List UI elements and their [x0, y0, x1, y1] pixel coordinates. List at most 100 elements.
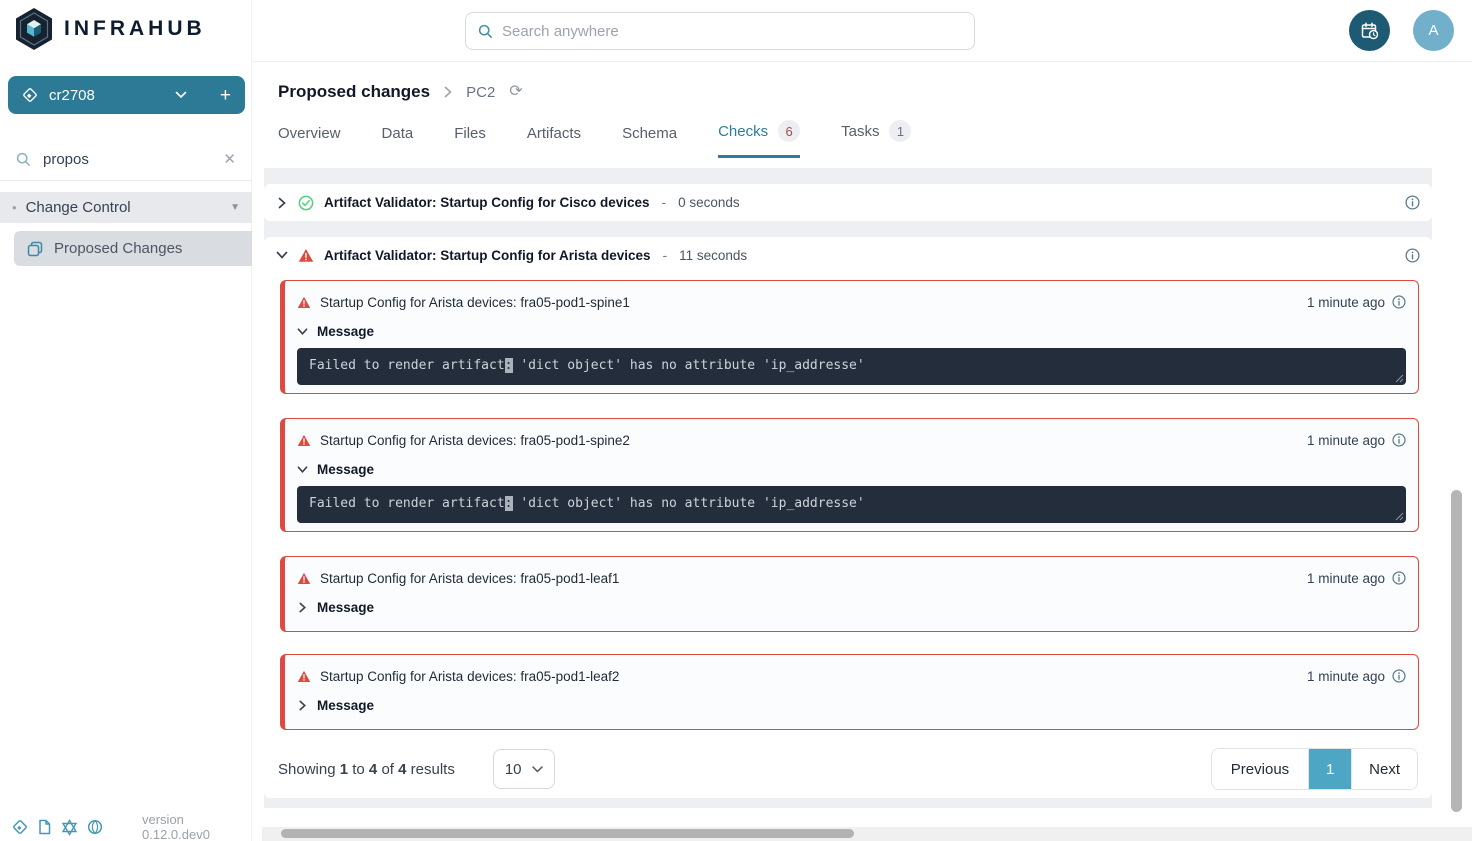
check-success-icon — [298, 195, 314, 211]
check-card-spine2: Startup Config for Arista devices: fra05… — [280, 418, 1419, 532]
time-travel-button[interactable] — [1349, 10, 1390, 51]
resize-grip-icon — [1395, 374, 1404, 383]
error-message-textarea[interactable]: Failed to render artifact: 'dict object'… — [297, 486, 1406, 523]
summary-text: results — [411, 761, 455, 778]
message-toggle[interactable]: Message — [297, 594, 1406, 620]
branch-selector[interactable]: cr2708 + — [8, 76, 245, 114]
tab-checks[interactable]: Checks 6 — [718, 120, 800, 158]
clear-search-icon[interactable]: ✕ — [223, 152, 236, 167]
globe-icon[interactable] — [87, 819, 103, 835]
info-icon[interactable] — [1392, 669, 1406, 683]
sidebar: INFRAHUB cr2708 + ✕ • Change Control ▼ — [0, 0, 252, 841]
tab-label: Files — [454, 125, 486, 142]
chevron-down-icon[interactable] — [175, 91, 187, 99]
tab-overview[interactable]: Overview — [278, 125, 341, 158]
caret-down-icon: ▼ — [230, 202, 240, 213]
separator: - — [662, 195, 667, 210]
tab-artifacts[interactable]: Artifacts — [527, 125, 581, 158]
tab-tasks[interactable]: Tasks 1 — [841, 120, 911, 158]
message-label: Message — [317, 462, 374, 477]
check-title: Startup Config for Arista devices: fra05… — [320, 433, 630, 448]
validator-row-cisco[interactable]: Artifact Validator: Startup Config for C… — [264, 184, 1432, 221]
calendar-clock-icon — [1360, 21, 1380, 41]
check-card-header: Startup Config for Arista devices: fra05… — [297, 427, 1406, 453]
validator-name: Artifact Validator: Startup Config for A… — [324, 248, 651, 263]
message-toggle[interactable]: Message — [297, 318, 1406, 344]
info-icon[interactable] — [1405, 195, 1420, 210]
check-title: Startup Config for Arista devices: fra05… — [320, 571, 619, 586]
summary-text: of — [381, 761, 394, 778]
check-card-header: Startup Config for Arista devices: fra05… — [297, 663, 1406, 689]
warning-triangle-icon — [297, 296, 311, 309]
infrahub-hexagon-icon — [14, 7, 54, 51]
check-card-leaf1: Startup Config for Arista devices: fra05… — [280, 556, 1419, 632]
check-card-spine1: Startup Config for Arista devices: fra05… — [280, 280, 1419, 394]
chevron-down-icon[interactable] — [276, 249, 288, 261]
error-message-textarea[interactable]: Failed to render artifact: 'dict object'… — [297, 348, 1406, 385]
current-page-button[interactable]: 1 — [1308, 749, 1351, 789]
tab-data[interactable]: Data — [382, 125, 414, 158]
warning-triangle-icon — [297, 434, 311, 447]
chevron-down-icon — [532, 766, 543, 773]
version-label: version 0.12.0.dev0 — [142, 812, 251, 841]
check-title: Startup Config for Arista devices: fra05… — [320, 669, 619, 684]
tab-files[interactable]: Files — [454, 125, 486, 158]
page-size-select[interactable]: 10 — [493, 749, 555, 789]
tab-label: Schema — [622, 125, 677, 142]
panel-top-edge — [264, 160, 1432, 168]
global-search[interactable] — [465, 12, 975, 50]
check-timestamp: 1 minute ago — [1307, 295, 1385, 310]
tab-schema[interactable]: Schema — [622, 125, 677, 158]
avatar[interactable]: A — [1413, 10, 1454, 51]
info-icon[interactable] — [1392, 433, 1406, 447]
branch-name: cr2708 — [49, 87, 95, 104]
tab-label: Data — [382, 125, 414, 142]
infrahub-logo[interactable]: INFRAHUB — [14, 7, 206, 51]
previous-page-button[interactable]: Previous — [1212, 749, 1308, 789]
info-icon[interactable] — [1392, 571, 1406, 585]
message-toggle[interactable]: Message — [297, 692, 1406, 718]
warning-triangle-icon — [298, 248, 314, 263]
next-page-button[interactable]: Next — [1351, 749, 1417, 789]
error-text: Failed to render artifact — [309, 358, 505, 373]
refresh-icon[interactable]: ⟳ — [509, 84, 522, 100]
resize-grip-icon — [1395, 512, 1404, 521]
message-label: Message — [317, 698, 374, 713]
validator-duration: 11 seconds — [679, 248, 747, 263]
add-branch-button[interactable]: + — [220, 86, 231, 105]
chevron-right-icon — [297, 700, 308, 711]
chevron-right-icon[interactable] — [276, 197, 288, 209]
group-bullet-icon: • — [12, 200, 17, 215]
sidebar-item-proposed-changes[interactable]: Proposed Changes — [14, 231, 252, 266]
search-icon — [478, 24, 493, 39]
horizontal-scrollbar-thumb[interactable] — [281, 829, 854, 838]
item-label: Proposed Changes — [54, 240, 182, 257]
tab-label: Checks — [718, 123, 768, 140]
sidebar-search-input[interactable] — [43, 151, 193, 168]
chevron-down-icon — [297, 326, 308, 337]
summary-text: Showing — [278, 761, 336, 778]
tab-label: Overview — [278, 125, 341, 142]
graphql-icon[interactable] — [61, 819, 78, 836]
vertical-scrollbar-thumb[interactable] — [1451, 490, 1462, 812]
check-timestamp: 1 minute ago — [1307, 669, 1385, 684]
git-icon[interactable] — [12, 819, 28, 835]
page-title: Proposed changes — [278, 82, 430, 102]
summary-total: 4 — [398, 761, 406, 778]
validator-header[interactable]: Artifact Validator: Startup Config for A… — [264, 237, 1432, 273]
results-summary: Showing 1 to 4 of 4 results — [278, 761, 455, 778]
search-icon — [16, 152, 31, 167]
docs-file-icon[interactable] — [37, 819, 52, 835]
checks-panel: Artifact Validator: Startup Config for C… — [264, 160, 1432, 808]
sidebar-group-change-control[interactable]: • Change Control ▼ — [0, 192, 252, 223]
info-icon[interactable] — [1405, 248, 1420, 263]
info-icon[interactable] — [1392, 295, 1406, 309]
message-toggle[interactable]: Message — [297, 456, 1406, 482]
topbar: A — [252, 0, 1472, 62]
summary-to: 4 — [369, 761, 377, 778]
global-search-input[interactable] — [502, 23, 922, 40]
checks-count-badge: 6 — [778, 120, 800, 142]
error-text: 'dict object' has no attribute 'ip_addre… — [513, 358, 865, 373]
message-label: Message — [317, 324, 374, 339]
validator-name: Artifact Validator: Startup Config for C… — [324, 195, 650, 210]
